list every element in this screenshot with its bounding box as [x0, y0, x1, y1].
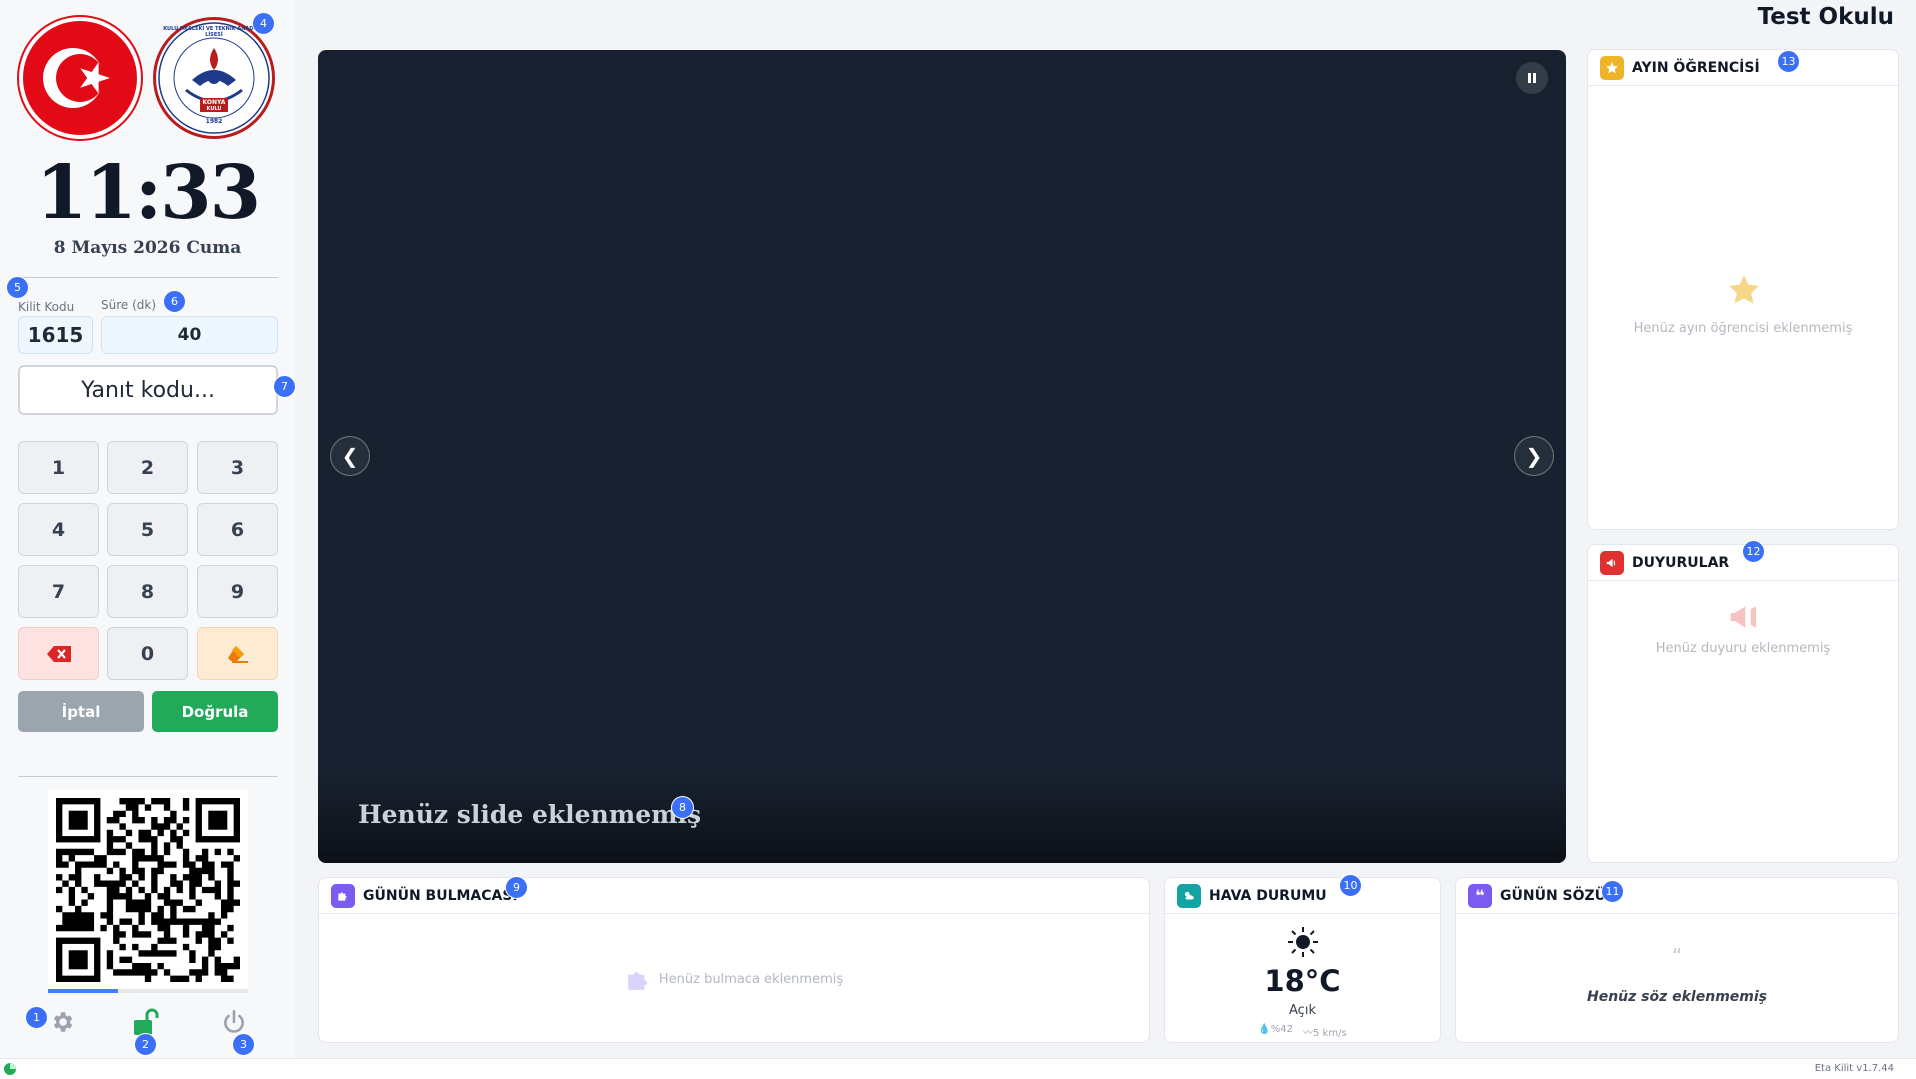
- wind-icon: 〰: [1303, 1028, 1314, 1039]
- badge-announcements: 12: [1742, 540, 1765, 563]
- key-5[interactable]: 5: [107, 503, 188, 556]
- backspace-key[interactable]: [18, 627, 99, 680]
- slide-viewer: ❮ ❯ Henüz slide eklenmemiş: [318, 50, 1566, 863]
- status-bar: Eta Kilit v1.7.44: [0, 1058, 1916, 1079]
- puzzle-placeholder-icon: [628, 971, 648, 990]
- date: 8 Mayıs 2026 Cuma: [53, 238, 242, 258]
- card-title: GÜNÜN BULMACASI: [363, 887, 518, 904]
- sun-icon: [1288, 927, 1318, 957]
- key-8[interactable]: 8: [107, 565, 188, 618]
- quote-icon: ❝: [1468, 883, 1492, 908]
- card-title: AYIN ÖĞRENCİSİ: [1632, 59, 1760, 76]
- star-icon: [1600, 55, 1624, 80]
- lock-code-label: Kilit Kodu: [18, 300, 75, 314]
- empty-message: Henüz ayın öğrencisi eklenmemiş: [1633, 321, 1853, 336]
- empty-message: Henüz duyuru eklenmemiş: [1655, 641, 1831, 656]
- badge-answer-code: 7: [273, 375, 296, 398]
- eraser-icon: [227, 645, 248, 663]
- prev-slide-button[interactable]: ❮: [330, 436, 370, 476]
- cancel-button[interactable]: İptal: [18, 691, 144, 732]
- key-7[interactable]: 7: [18, 565, 99, 618]
- wind: 〰5 km/s: [1303, 1028, 1347, 1039]
- key-0[interactable]: 0: [107, 627, 188, 680]
- unlock-icon: [134, 1008, 159, 1035]
- humidity: 💧%42: [1258, 1024, 1294, 1035]
- card-title: GÜNÜN SÖZÜ: [1500, 887, 1607, 904]
- gear-icon: [53, 1012, 73, 1032]
- clear-key[interactable]: [197, 627, 278, 680]
- temperature: 18°C: [1264, 964, 1341, 998]
- badge-duration: 6: [163, 290, 186, 313]
- puzzle-card: GÜNÜN BULMACASI Henüz bulmaca eklenmemiş: [318, 877, 1150, 1043]
- key-4[interactable]: 4: [18, 503, 99, 556]
- droplet-icon: 💧: [1258, 1024, 1271, 1035]
- badge-unlock: 2: [134, 1033, 157, 1056]
- verify-button[interactable]: Doğrula: [152, 691, 278, 732]
- quote-text: Henüz söz eklenmemiş: [1586, 989, 1767, 1005]
- duration-label: Süre (dk): [101, 298, 157, 312]
- cloud-sun-icon: [1177, 883, 1201, 908]
- announcements-card: DUYURULAR Henüz duyuru eklenmemiş: [1587, 544, 1899, 863]
- settings-button[interactable]: [47, 1007, 77, 1037]
- megaphone-icon: [1600, 550, 1624, 575]
- pause-icon: [1528, 73, 1536, 83]
- left-sidebar: KULU MESLEKİ VE TEKNİK ANADOLU LİSESİ KO…: [0, 0, 295, 1058]
- answer-code-input[interactable]: Yanıt kodu...: [18, 365, 278, 415]
- badge-power: 3: [232, 1033, 255, 1056]
- next-slide-button[interactable]: ❯: [1514, 436, 1554, 476]
- clock: 11:33: [35, 150, 261, 236]
- slide-caption: Henüz slide eklenmemiş: [358, 800, 702, 829]
- key-9[interactable]: 9: [197, 565, 278, 618]
- badge-logo: 4: [252, 12, 275, 35]
- weather-card: HAVA DURUMU 18°C Açık 💧%42 〰5 km/s: [1164, 877, 1441, 1043]
- school-logo: KULU MESLEKİ VE TEKNİK ANADOLU LİSESİ KO…: [153, 17, 275, 139]
- badge-slide: 8: [671, 796, 694, 819]
- badge-quote: 11: [1601, 880, 1624, 903]
- key-1[interactable]: 1: [18, 441, 99, 494]
- puzzle-icon: [331, 883, 355, 908]
- divider: [18, 277, 278, 278]
- turkish-flag-icon: [19, 17, 141, 139]
- badge-student-of-month: 13: [1777, 50, 1800, 73]
- empty-message: Henüz bulmaca eklenmemiş: [658, 971, 844, 987]
- megaphone-placeholder-icon: [1730, 606, 1756, 628]
- app-version: Eta Kilit v1.7.44: [1814, 1063, 1894, 1074]
- duration-field[interactable]: 40: [101, 316, 278, 354]
- card-title: DUYURULAR: [1632, 554, 1730, 571]
- divider: [18, 776, 278, 777]
- logo-town-text: KULU: [206, 106, 222, 112]
- lock-code-field: 1615: [18, 316, 93, 354]
- quote-mark: “: [1671, 944, 1683, 968]
- qr-refresh-progress: [48, 989, 248, 993]
- logo-year-text: 1982: [205, 118, 223, 125]
- badge-puzzle: 9: [505, 876, 528, 899]
- student-of-month-card: AYIN ÖĞRENCİSİ Henüz ayın öğrencisi ekle…: [1587, 49, 1899, 530]
- power-icon: [224, 1009, 244, 1033]
- badge-lock-code: 5: [6, 276, 29, 299]
- badge-weather: 10: [1339, 874, 1362, 897]
- star-placeholder-icon: [1729, 275, 1759, 304]
- pause-button[interactable]: [1516, 62, 1548, 94]
- weather-condition: Açık: [1289, 1003, 1316, 1018]
- qr-code: [48, 790, 248, 990]
- key-6[interactable]: 6: [197, 503, 278, 556]
- key-3[interactable]: 3: [197, 441, 278, 494]
- backspace-icon: [46, 645, 71, 662]
- status-indicator-icon: [4, 1063, 16, 1075]
- quote-card: ❝ GÜNÜN SÖZÜ “ Henüz söz eklenmemiş: [1455, 877, 1899, 1043]
- logo-city-text: KONYA: [202, 99, 226, 106]
- card-title: HAVA DURUMU: [1209, 887, 1327, 904]
- school-name: Test Okulu: [1757, 4, 1894, 30]
- key-2[interactable]: 2: [107, 441, 188, 494]
- badge-settings: 1: [25, 1006, 48, 1029]
